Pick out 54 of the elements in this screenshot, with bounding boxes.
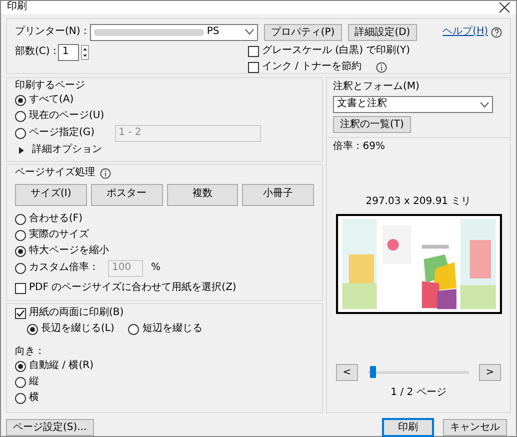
- checkbox[interactable]: 用紙の両面に印刷(B): [15, 306, 314, 320]
- close-icon[interactable]: [499, 2, 510, 13]
- advanced-button[interactable]: 詳細設定(D): [348, 24, 418, 40]
- section-title: 注釈とフォーム(M): [333, 80, 420, 93]
- page-count-label: 1 / 2 ページ: [390, 386, 448, 399]
- mode-button[interactable]: ポスター: [90, 184, 162, 206]
- radio-option[interactable]: 長辺を綴じる(L): [27, 322, 114, 336]
- radio-option[interactable]: 短辺を綴じる: [128, 322, 202, 336]
- help-link[interactable]: ヘルプ(H): [442, 26, 488, 38]
- page-size-label: 297.03 x 209.91 ミリ: [366, 196, 472, 208]
- info-icon[interactable]: [376, 62, 387, 72]
- radio-option[interactable]: 横: [15, 391, 314, 406]
- checkbox[interactable]: グレースケール (白黒) で印刷(Y): [248, 44, 410, 58]
- radio-option[interactable]: 実際のサイズ: [15, 228, 314, 242]
- unit-label: %: [151, 262, 161, 274]
- copies-field[interactable]: 1: [58, 44, 80, 60]
- info-icon[interactable]: [100, 168, 111, 179]
- slider-thumb[interactable]: [370, 366, 376, 378]
- checkbox[interactable]: インク / トナーを節約: [248, 60, 362, 74]
- page-setup-button[interactable]: ページ設定(S)...: [6, 418, 94, 436]
- radio-option[interactable]: 現在のページ(U): [15, 109, 314, 124]
- window-title: 印刷: [7, 1, 27, 14]
- mode-button[interactable]: 複数: [166, 184, 238, 206]
- section-title: 向き :: [15, 346, 43, 358]
- radio-option[interactable]: 自動縦 / 横(R): [15, 359, 314, 374]
- copies-label: 部数(C) :: [15, 46, 56, 58]
- more-options-toggle[interactable]: 詳細オプション: [15, 143, 314, 158]
- printer-label: プリンター(N) :: [15, 26, 87, 38]
- radio-option[interactable]: 合わせる(F): [15, 212, 314, 226]
- section-title: ページサイズ処理: [15, 167, 95, 180]
- mode-button[interactable]: サイズ(I): [15, 184, 87, 206]
- zoom-label: 倍率 : 69%: [333, 141, 386, 154]
- cancel-button[interactable]: キャンセル: [443, 418, 507, 436]
- radio-option[interactable]: すべて(A): [15, 93, 314, 108]
- properties-button[interactable]: プロパティ(P): [264, 24, 342, 40]
- expand-arrow-icon: [19, 147, 24, 154]
- annotations-select[interactable]: 文書と注釈: [333, 96, 493, 113]
- radio-option[interactable]: 縦: [15, 375, 314, 390]
- spinner-icon[interactable]: [81, 44, 90, 60]
- radio-option[interactable]: ページ指定(G): [15, 126, 95, 141]
- previous-page-button[interactable]: <: [336, 364, 358, 380]
- radio-option[interactable]: 特大ページを縮小: [15, 244, 314, 258]
- radio-option[interactable]: カスタム倍率 :: [15, 260, 100, 276]
- checkbox[interactable]: PDF のページサイズに合わせて用紙を選択(Z): [15, 280, 314, 296]
- mode-button[interactable]: 小冊子: [242, 184, 314, 206]
- section-title: 印刷するページ: [15, 80, 86, 92]
- next-page-button[interactable]: >: [479, 364, 501, 380]
- dropdown-caret-icon[interactable]: [244, 29, 254, 35]
- printer-field[interactable]: PS: [90, 24, 258, 40]
- help-icon: [491, 26, 502, 38]
- annotation-list-button[interactable]: 注釈の一覧(T): [333, 116, 411, 133]
- print-button[interactable]: 印刷: [382, 418, 434, 436]
- check-icon: [16, 308, 25, 318]
- dropdown-caret-icon: [480, 102, 489, 108]
